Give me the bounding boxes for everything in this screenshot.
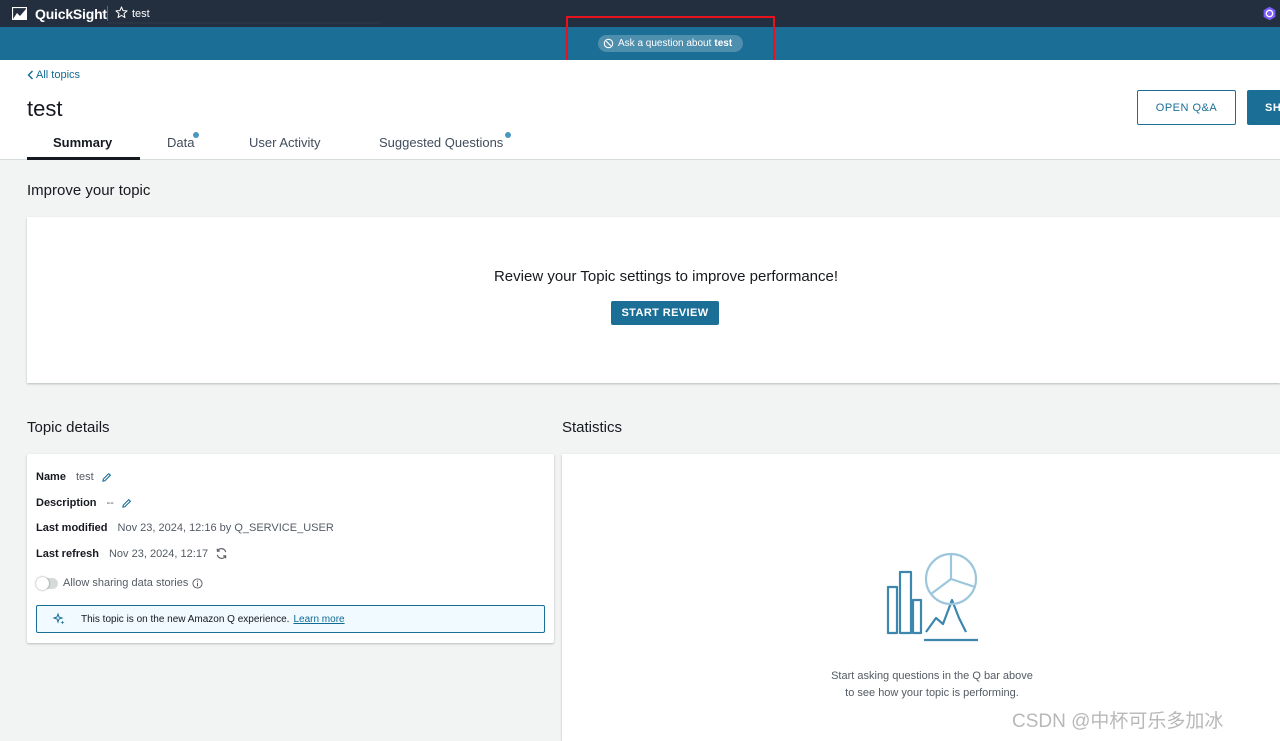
topic-header: All topics test OPEN Q&A SHARE Summary D… bbox=[0, 60, 1280, 160]
tab-data[interactable]: Data bbox=[167, 135, 194, 150]
statistics-empty-line-2: to see how your topic is performing. bbox=[845, 687, 1019, 699]
name-row: Name test bbox=[36, 471, 112, 483]
topic-tabs: Summary Data User Activity Suggested Que… bbox=[0, 130, 1280, 160]
start-review-button[interactable]: START REVIEW bbox=[611, 301, 719, 325]
amazon-q-icon[interactable] bbox=[1262, 6, 1277, 21]
description-value: -- bbox=[106, 497, 114, 509]
sharing-toggle-label: Allow sharing data stories bbox=[63, 577, 189, 589]
refresh-icon[interactable] bbox=[215, 547, 228, 560]
divider bbox=[107, 6, 108, 21]
page-title: test bbox=[27, 96, 63, 121]
last-modified-value: Nov 23, 2024, 12:16 by Q_SERVICE_USER bbox=[117, 522, 334, 534]
info-alert-text: This topic is on the new Amazon Q experi… bbox=[81, 613, 290, 625]
topic-details-card: Name test Description -- Last modified N… bbox=[27, 454, 554, 643]
statistics-heading: Statistics bbox=[562, 419, 623, 436]
last-refresh-value: Nov 23, 2024, 12:17 bbox=[108, 547, 209, 560]
description-label: Description bbox=[36, 497, 97, 509]
all-topics-link[interactable]: All topics bbox=[27, 69, 80, 81]
star-icon[interactable] bbox=[115, 6, 128, 19]
last-refresh-label: Last refresh bbox=[36, 547, 99, 560]
open-qa-button[interactable]: OPEN Q&A bbox=[1137, 90, 1236, 125]
last-refresh-row: Last refresh Nov 23, 2024, 12:17 bbox=[36, 547, 228, 560]
quicksight-logo-icon[interactable] bbox=[12, 7, 27, 20]
share-button[interactable]: SHARE bbox=[1247, 90, 1280, 125]
name-value: test bbox=[75, 471, 94, 483]
learn-more-link[interactable]: Learn more bbox=[293, 614, 344, 625]
brand-name[interactable]: QuickSight bbox=[35, 6, 107, 22]
tab-suggested-indicator-dot bbox=[505, 132, 511, 138]
ask-question-topic: test bbox=[714, 38, 733, 49]
improve-message: Review your Topic settings to improve pe… bbox=[493, 268, 839, 285]
active-tab-underline bbox=[27, 157, 140, 160]
last-modified-row: Last modified Nov 23, 2024, 12:16 by Q_S… bbox=[36, 522, 334, 534]
edit-description-pencil-icon[interactable] bbox=[121, 498, 132, 509]
sparkle-icon bbox=[53, 613, 65, 625]
improve-card: Review your Topic settings to improve pe… bbox=[27, 217, 1280, 383]
tab-suggested-questions[interactable]: Suggested Questions bbox=[379, 135, 503, 150]
empty-state-chart-illustration-icon bbox=[886, 552, 978, 642]
chevron-left-icon bbox=[27, 70, 33, 80]
q-bar: Ask a question about test bbox=[0, 27, 1280, 60]
topbar-topic-name: test bbox=[132, 8, 150, 20]
statistics-empty-message: Start asking questions in the Q bar abov… bbox=[722, 668, 1142, 702]
ask-question-pill[interactable]: Ask a question about test bbox=[598, 35, 743, 52]
sharing-toggle[interactable] bbox=[36, 577, 58, 590]
sharing-toggle-label-wrap: Allow sharing data stories bbox=[63, 577, 203, 589]
amazon-q-info-alert: This topic is on the new Amazon Q experi… bbox=[36, 605, 545, 633]
topic-details-heading: Topic details bbox=[27, 419, 110, 436]
info-icon[interactable] bbox=[192, 577, 203, 589]
csdn-watermark: CSDN @中杯可乐多加冰 bbox=[1012, 711, 1224, 732]
top-nav-bar: QuickSight test bbox=[0, 0, 1280, 27]
q-search-icon bbox=[603, 38, 614, 49]
description-row: Description -- bbox=[36, 497, 132, 509]
all-topics-label: All topics bbox=[36, 69, 81, 81]
last-modified-label: Last modified bbox=[36, 522, 108, 534]
tab-summary[interactable]: Summary bbox=[53, 135, 112, 150]
edit-name-pencil-icon[interactable] bbox=[101, 472, 112, 483]
statistics-card: Start asking questions in the Q bar abov… bbox=[562, 454, 1280, 741]
name-label: Name bbox=[36, 471, 66, 483]
ask-question-text: Ask a question about bbox=[618, 38, 712, 49]
statistics-empty-line-1: Start asking questions in the Q bar abov… bbox=[831, 670, 1033, 682]
tab-data-indicator-dot bbox=[193, 132, 199, 138]
tab-user-activity[interactable]: User Activity bbox=[249, 135, 321, 150]
improve-heading: Improve your topic bbox=[27, 182, 151, 199]
topbar-underline bbox=[108, 22, 380, 24]
